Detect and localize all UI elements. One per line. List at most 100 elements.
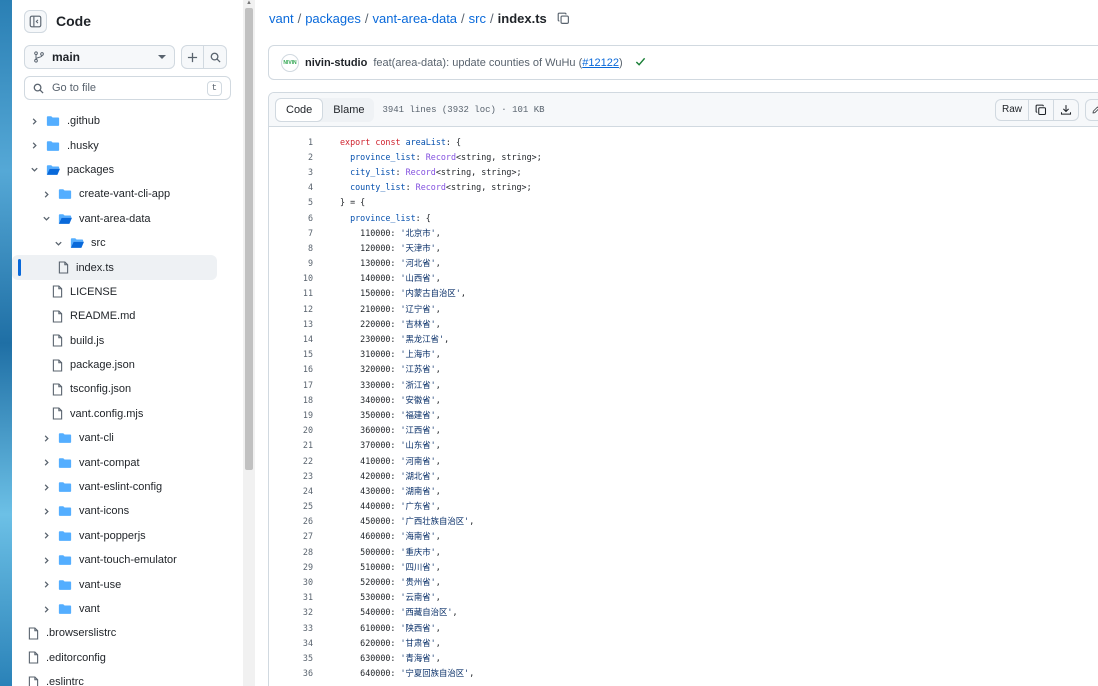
line-number[interactable]: 1 [269,137,313,147]
tab-code[interactable]: Code [275,97,324,122]
chevron-right-icon[interactable] [40,481,52,493]
scroll-up-arrow-icon[interactable]: ▲ [246,0,252,6]
tree-folder-item[interactable]: vant-icons [12,499,242,523]
chevron-right-icon[interactable] [28,140,40,152]
line-number[interactable]: 20 [269,425,313,435]
tree-folder-item[interactable]: create-vant-cli-app [12,182,242,206]
line-number[interactable]: 32 [269,607,313,617]
line-number[interactable]: 25 [269,501,313,511]
tree-folder-item[interactable]: vant-use [12,572,242,596]
line-number[interactable]: 14 [269,334,313,344]
line-number[interactable]: 5 [269,197,313,207]
tree-folder-item[interactable]: vant-touch-emulator [12,548,242,572]
search-button[interactable] [204,45,227,69]
line-number[interactable]: 31 [269,592,313,602]
line-number[interactable]: 33 [269,623,313,633]
tree-file-item[interactable]: .editorconfig [12,646,242,670]
sidebar-scrollbar[interactable]: ▲ [243,0,255,686]
tree-folder-item[interactable]: vant-popperjs [12,524,242,548]
tree-file-item[interactable]: package.json [12,353,242,377]
line-number[interactable]: 28 [269,547,313,557]
scrollbar-thumb[interactable] [245,8,253,470]
line-number[interactable]: 24 [269,486,313,496]
breadcrumb-repo-link[interactable]: vant [269,11,294,26]
tree-file-item[interactable]: LICENSE [12,280,242,304]
line-number[interactable]: 8 [269,243,313,253]
breadcrumb-link-src[interactable]: src [469,11,486,26]
download-button[interactable] [1054,98,1079,121]
tree-folder-item[interactable]: src [12,231,242,255]
commit-message[interactable]: feat(area-data): update counties of WuHu… [373,57,622,69]
tree-folder-item[interactable]: vant-eslint-config [12,475,242,499]
copy-raw-button[interactable] [1029,98,1054,121]
line-number[interactable]: 4 [269,182,313,192]
line-number[interactable]: 9 [269,258,313,268]
tree-file-item[interactable]: .browserslistrc [12,621,242,645]
tree-folder-item[interactable]: vant-cli [12,426,242,450]
line-number[interactable]: 26 [269,516,313,526]
chevron-right-icon[interactable] [40,188,52,200]
tab-blame[interactable]: Blame [323,98,374,122]
chevron-down-icon[interactable] [28,164,40,176]
line-number[interactable]: 21 [269,440,313,450]
tree-file-item[interactable]: README.md [12,304,242,328]
pull-request-link[interactable]: #12122 [582,57,619,69]
line-number[interactable]: 13 [269,319,313,329]
chevron-right-icon[interactable] [40,554,52,566]
line-number[interactable]: 15 [269,349,313,359]
tree-file-item[interactable]: vant.config.mjs [12,402,242,426]
chevron-right-icon[interactable] [40,603,52,615]
tree-item-label: .eslintrc [46,676,84,686]
line-number[interactable]: 19 [269,410,313,420]
tree-folder-item[interactable]: .github [12,109,242,133]
line-number[interactable]: 23 [269,471,313,481]
tree-file-item[interactable]: tsconfig.json [12,377,242,401]
tree-folder-item[interactable]: .husky [12,133,242,157]
line-number[interactable]: 11 [269,288,313,298]
line-number[interactable]: 7 [269,228,313,238]
line-number[interactable]: 22 [269,456,313,466]
commit-author[interactable]: nivin-studio [305,57,367,69]
line-number[interactable]: 10 [269,273,313,283]
go-to-file-input[interactable]: Go to file t [24,76,231,100]
line-number[interactable]: 3 [269,167,313,177]
chevron-right-icon[interactable] [40,505,52,517]
check-status-icon[interactable] [635,56,646,70]
edit-button[interactable] [1085,98,1098,121]
tree-file-item[interactable]: .eslintrc [12,670,242,686]
file-icon [52,359,63,372]
chevron-down-icon[interactable] [52,237,64,249]
collapse-sidebar-button[interactable] [24,9,47,33]
tree-folder-item[interactable]: vant-area-data [12,207,242,231]
tree-folder-item[interactable]: vant [12,597,242,621]
branch-selector[interactable]: main [24,45,175,69]
tree-folder-item[interactable]: packages [12,158,242,182]
line-number[interactable]: 17 [269,380,313,390]
line-number[interactable]: 6 [269,213,313,223]
chevron-right-icon[interactable] [40,457,52,469]
tree-file-item[interactable]: build.js [12,329,242,353]
chevron-right-icon[interactable] [40,579,52,591]
line-number[interactable]: 30 [269,577,313,587]
line-number[interactable]: 35 [269,653,313,663]
line-number[interactable]: 34 [269,638,313,648]
tree-file-item[interactable]: index.ts [12,255,217,280]
raw-button[interactable]: Raw [994,98,1029,121]
breadcrumb-link-vant-area-data[interactable]: vant-area-data [372,11,457,26]
copy-path-button[interactable] [557,12,570,25]
tree-folder-item[interactable]: vant-compat [12,450,242,474]
line-number[interactable]: 12 [269,304,313,314]
breadcrumb-link-packages[interactable]: packages [305,11,361,26]
line-number[interactable]: 36 [269,668,313,678]
chevron-down-icon[interactable] [40,213,52,225]
line-number[interactable]: 27 [269,531,313,541]
chevron-right-icon[interactable] [40,432,52,444]
line-number[interactable]: 18 [269,395,313,405]
add-file-button[interactable] [181,45,204,69]
chevron-right-icon[interactable] [28,115,40,127]
line-number[interactable]: 16 [269,364,313,374]
chevron-right-icon[interactable] [40,530,52,542]
line-number[interactable]: 29 [269,562,313,572]
line-number[interactable]: 2 [269,152,313,162]
author-avatar[interactable]: NIVIN [281,53,299,72]
